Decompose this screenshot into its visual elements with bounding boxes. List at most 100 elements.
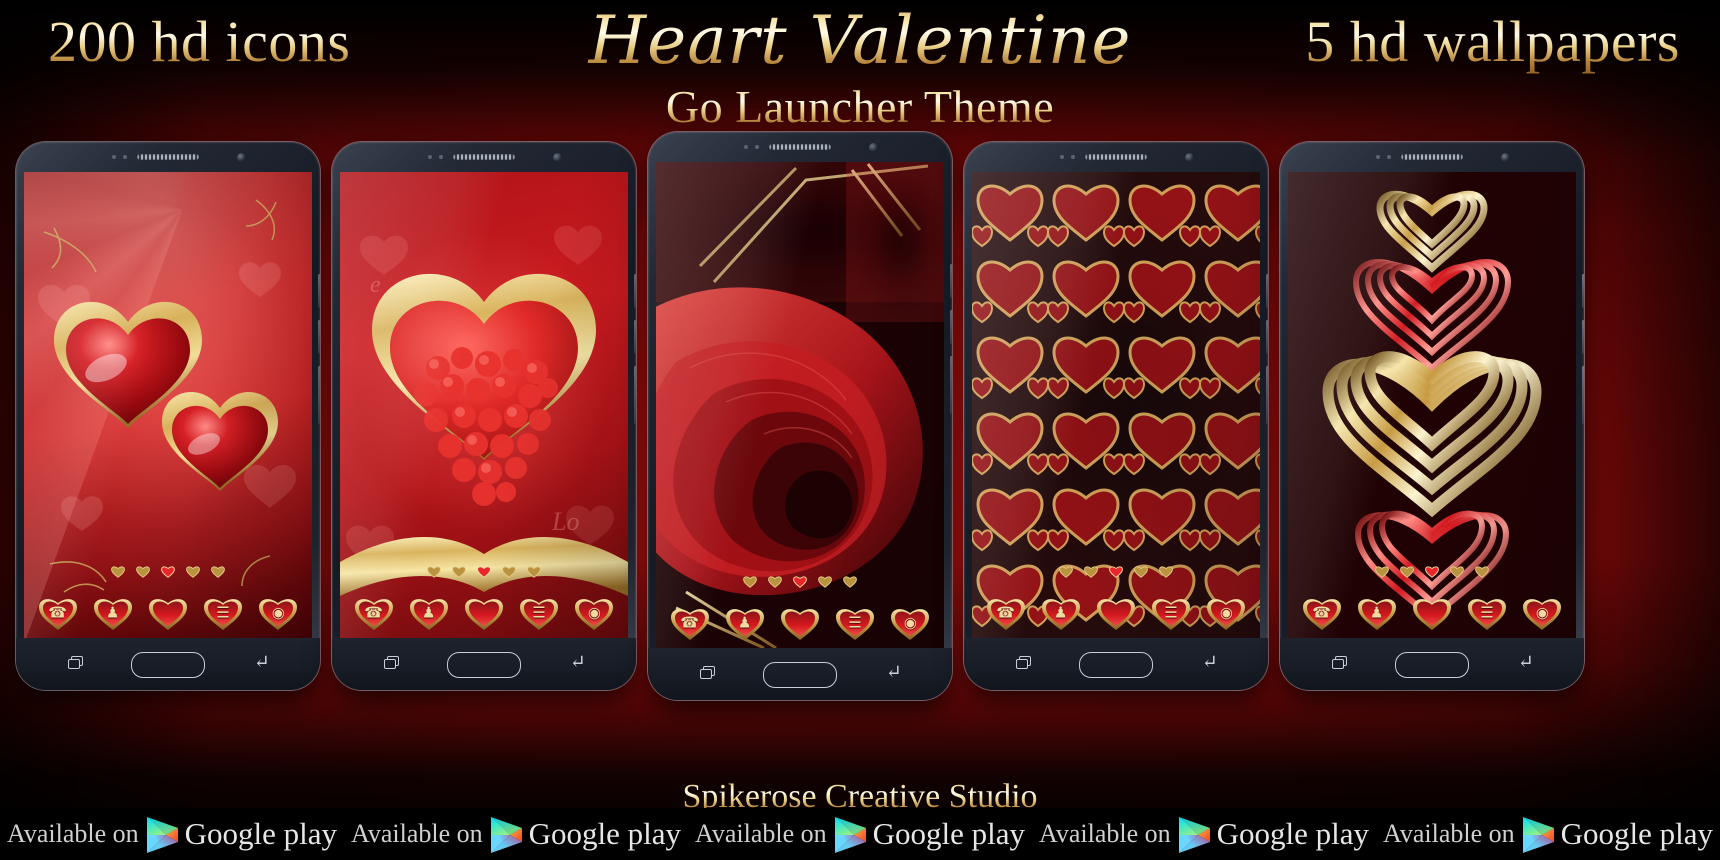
volume-down-button[interactable] [1582, 320, 1584, 354]
recents-icon[interactable] [1016, 656, 1031, 670]
page-dot-active[interactable] [1425, 565, 1439, 578]
page-dot[interactable] [186, 565, 200, 578]
dock-camera-icon[interactable]: ◉ [256, 592, 300, 632]
volume-down-button[interactable] [318, 320, 320, 354]
page-dot[interactable] [452, 565, 466, 578]
volume-up-button[interactable] [950, 264, 952, 298]
home-icon[interactable] [763, 662, 837, 688]
dock-4[interactable]: ☎ ♟ ☰ ◉ [972, 592, 1260, 632]
dock-contacts-icon[interactable]: ♟ [1355, 592, 1399, 632]
dock-contacts-icon[interactable]: ♟ [1039, 592, 1083, 632]
power-button[interactable] [318, 366, 320, 424]
phone-mockup-2[interactable]: Lo e ☎ ♟ ☰ ◉ ↵ [332, 142, 636, 690]
page-dot[interactable] [743, 575, 757, 588]
dock-phone-icon[interactable]: ☎ [668, 602, 712, 642]
dock-messages-icon[interactable] [146, 592, 190, 632]
back-icon[interactable]: ↵ [252, 653, 272, 672]
page-indicator-3[interactable] [743, 575, 857, 588]
home-icon[interactable] [447, 652, 521, 678]
phone-mockup-4[interactable]: ☎ ♟ ☰ ◉ ↵ [964, 142, 1268, 690]
google-play-badge-5[interactable]: Available on Google play [1376, 808, 1720, 860]
dock-messages-icon[interactable] [1410, 592, 1454, 632]
google-play-badge-3[interactable]: Available on Google play [688, 808, 1032, 860]
dock-menu-icon[interactable]: ☰ [201, 592, 245, 632]
page-dot[interactable] [843, 575, 857, 588]
recents-icon[interactable] [1332, 656, 1347, 670]
android-navbar-4[interactable]: ↵ [964, 638, 1268, 690]
android-navbar-5[interactable]: ↵ [1280, 638, 1584, 690]
power-button[interactable] [950, 356, 952, 414]
page-dot[interactable] [768, 575, 782, 588]
google-play-badge-4[interactable]: Available on Google play [1032, 808, 1376, 860]
page-dot[interactable] [1450, 565, 1464, 578]
page-dot[interactable] [111, 565, 125, 578]
dock-phone-icon[interactable]: ☎ [36, 592, 80, 632]
page-dot-active[interactable] [477, 565, 491, 578]
back-icon[interactable]: ↵ [568, 653, 588, 672]
dock-phone-icon[interactable]: ☎ [352, 592, 396, 632]
page-dot[interactable] [1134, 565, 1148, 578]
dock-phone-icon[interactable]: ☎ [1300, 592, 1344, 632]
dock-messages-icon[interactable] [1094, 592, 1138, 632]
page-dot[interactable] [427, 565, 441, 578]
volume-up-button[interactable] [318, 274, 320, 308]
power-button[interactable] [1582, 366, 1584, 424]
volume-up-button[interactable] [634, 274, 636, 308]
dock-menu-icon[interactable]: ☰ [1465, 592, 1509, 632]
dock-3[interactable]: ☎ ♟ ☰ ◉ [656, 602, 944, 642]
phone-mockup-1[interactable]: ☎ ♟ ☰ ◉ ↵ [16, 142, 320, 690]
power-button[interactable] [634, 366, 636, 424]
dock-camera-icon[interactable]: ◉ [572, 592, 616, 632]
power-button[interactable] [1266, 366, 1268, 424]
page-dot[interactable] [1475, 565, 1489, 578]
page-dot[interactable] [1400, 565, 1414, 578]
page-indicator-4[interactable] [1059, 565, 1173, 578]
recents-icon[interactable] [700, 666, 715, 680]
volume-up-button[interactable] [1266, 274, 1268, 308]
home-icon[interactable] [1079, 652, 1153, 678]
page-dot[interactable] [1059, 565, 1073, 578]
dock-camera-icon[interactable]: ◉ [1204, 592, 1248, 632]
volume-down-button[interactable] [950, 310, 952, 344]
page-dot[interactable] [1084, 565, 1098, 578]
dock-messages-icon[interactable] [462, 592, 506, 632]
page-dot[interactable] [136, 565, 150, 578]
home-icon[interactable] [131, 652, 205, 678]
dock-camera-icon[interactable]: ◉ [888, 602, 932, 642]
dock-phone-icon[interactable]: ☎ [984, 592, 1028, 632]
dock-messages-icon[interactable] [778, 602, 822, 642]
page-dot[interactable] [1375, 565, 1389, 578]
android-navbar-3[interactable]: ↵ [648, 648, 952, 700]
dock-2[interactable]: ☎ ♟ ☰ ◉ [340, 592, 628, 632]
volume-up-button[interactable] [1582, 274, 1584, 308]
home-icon[interactable] [1395, 652, 1469, 678]
dock-camera-icon[interactable]: ◉ [1520, 592, 1564, 632]
dock-contacts-icon[interactable]: ♟ [723, 602, 767, 642]
page-dot[interactable] [818, 575, 832, 588]
page-dot[interactable] [1159, 565, 1173, 578]
google-play-badge-2[interactable]: Available on Google play [344, 808, 688, 860]
dock-menu-icon[interactable]: ☰ [517, 592, 561, 632]
phone-screen-1[interactable]: ☎ ♟ ☰ ◉ [24, 172, 312, 638]
phone-mockup-5[interactable]: ☎ ♟ ☰ ◉ ↵ [1280, 142, 1584, 690]
volume-down-button[interactable] [1266, 320, 1268, 354]
dock-contacts-icon[interactable]: ♟ [407, 592, 451, 632]
back-icon[interactable]: ↵ [884, 663, 904, 682]
phone-screen-5[interactable]: ☎ ♟ ☰ ◉ [1288, 172, 1576, 638]
page-dot-active[interactable] [161, 565, 175, 578]
page-dot[interactable] [527, 565, 541, 578]
page-dot-active[interactable] [1109, 565, 1123, 578]
recents-icon[interactable] [384, 656, 399, 670]
page-dot-active[interactable] [793, 575, 807, 588]
dock-menu-icon[interactable]: ☰ [1149, 592, 1193, 632]
back-icon[interactable]: ↵ [1516, 653, 1536, 672]
phone-screen-2[interactable]: Lo e ☎ ♟ ☰ ◉ [340, 172, 628, 638]
page-indicator-5[interactable] [1375, 565, 1489, 578]
recents-icon[interactable] [68, 656, 83, 670]
phone-screen-4[interactable]: ☎ ♟ ☰ ◉ [972, 172, 1260, 638]
phone-screen-3[interactable]: ☎ ♟ ☰ ◉ [656, 162, 944, 648]
android-navbar-1[interactable]: ↵ [16, 638, 320, 690]
google-play-badge-1[interactable]: Available on Google play [0, 808, 344, 860]
page-dot[interactable] [211, 565, 225, 578]
page-indicator-1[interactable] [111, 565, 225, 578]
